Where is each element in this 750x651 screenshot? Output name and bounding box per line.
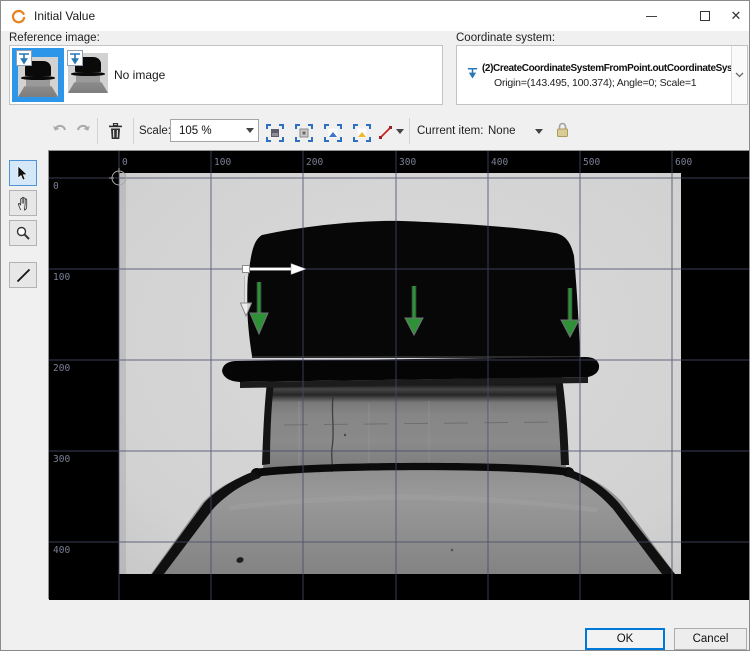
ruler-label-left-0: 0 xyxy=(53,181,59,192)
coordinate-system-dropdown[interactable]: (2)CreateCoordinateSystemFromPoint.outCo… xyxy=(456,45,748,105)
lock-button[interactable] xyxy=(553,120,571,140)
ruler-label-left-200: 200 xyxy=(53,363,70,374)
undo-button[interactable] xyxy=(51,121,69,139)
coordinate-system-overlay-icon xyxy=(16,50,32,66)
zoom-fit-button[interactable] xyxy=(262,121,287,145)
dropdown-chevron[interactable] xyxy=(731,46,747,104)
minimize-button[interactable] xyxy=(636,1,666,31)
trash-icon xyxy=(108,123,123,140)
zoom-tool-button[interactable] xyxy=(9,220,37,246)
ruler-label-left-400: 400 xyxy=(53,545,70,556)
image-canvas[interactable]: 0 100 200 300 400 500 600 0 100 200 300 … xyxy=(48,150,749,599)
undo-icon xyxy=(52,123,68,137)
current-item-label: Current item: xyxy=(417,125,483,137)
redo-button[interactable] xyxy=(74,121,92,139)
ruler-label-top-100: 100 xyxy=(214,157,231,168)
zoom-out-region-button[interactable] xyxy=(349,121,374,145)
magnifier-icon xyxy=(16,226,30,240)
toolbar-separator xyxy=(133,118,134,144)
title-bar: Initial Value ✕ xyxy=(1,1,749,31)
close-icon: ✕ xyxy=(731,8,742,24)
redo-icon xyxy=(75,123,91,137)
pan-tool-button[interactable] xyxy=(9,190,37,216)
maximize-icon xyxy=(700,11,710,21)
camera-image-bottle xyxy=(119,173,681,574)
caret-down-icon[interactable] xyxy=(535,129,543,134)
maximize-button[interactable] xyxy=(690,1,720,31)
canvas-view: 0 100 200 300 400 500 600 0 100 200 300 … xyxy=(49,151,750,600)
reference-image-label: Reference image: xyxy=(9,32,100,44)
line-color-button[interactable] xyxy=(376,123,394,141)
toolbar-separator xyxy=(409,118,410,144)
select-tool-button[interactable] xyxy=(9,160,37,186)
ruler-label-top-600: 600 xyxy=(675,157,692,168)
cancel-button[interactable]: Cancel xyxy=(674,628,747,650)
window-title: Initial Value xyxy=(34,9,95,23)
zoom-in-region-button[interactable] xyxy=(320,121,345,145)
lock-icon xyxy=(556,122,569,138)
coordinate-system-name: (2)CreateCoordinateSystemFromPoint.outCo… xyxy=(482,63,731,74)
reference-thumbnail-selected[interactable] xyxy=(12,48,64,102)
ruler-label-left-300: 300 xyxy=(53,454,70,465)
line-tool-button[interactable] xyxy=(9,262,37,288)
caret-down-icon[interactable] xyxy=(396,129,404,134)
reference-thumbnail-empty[interactable] xyxy=(67,50,109,98)
ruler-label-top-500: 500 xyxy=(583,157,600,168)
zoom-original-icon xyxy=(295,124,313,142)
coordinate-system-icon xyxy=(466,66,479,79)
ruler-label-left-100: 100 xyxy=(53,272,70,283)
coordinate-system-details: Origin=(143.495, 100.374); Angle=0; Scal… xyxy=(494,77,696,89)
scale-value: 105 % xyxy=(171,125,246,137)
no-image-label: No image xyxy=(114,68,165,82)
line-color-icon xyxy=(378,125,393,140)
close-button[interactable]: ✕ xyxy=(721,1,750,31)
ok-button[interactable]: OK xyxy=(585,628,665,650)
caret-down-icon xyxy=(246,128,254,133)
origin-handle[interactable] xyxy=(243,266,250,273)
ruler-label-top-200: 200 xyxy=(306,157,323,168)
hand-icon xyxy=(16,196,31,211)
zoom-original-button[interactable] xyxy=(291,121,316,145)
delete-button[interactable] xyxy=(102,118,128,144)
current-item-value[interactable]: None xyxy=(488,125,516,137)
reference-image-box: No image xyxy=(9,45,443,105)
initial-value-dialog: Initial Value ✕ Reference image: No imag… xyxy=(0,0,750,651)
zoom-out-region-icon xyxy=(353,124,371,142)
cursor-icon xyxy=(17,166,29,181)
minimize-icon xyxy=(646,16,657,17)
chevron-down-icon xyxy=(735,72,744,78)
coordinate-system-overlay-icon xyxy=(67,50,83,66)
line-icon xyxy=(16,268,31,283)
ruler-label-top-400: 400 xyxy=(491,157,508,168)
app-logo-icon xyxy=(11,9,26,24)
zoom-in-region-icon xyxy=(324,124,342,142)
scale-combo[interactable]: 105 % xyxy=(170,119,259,142)
ruler-label-top-300: 300 xyxy=(399,157,416,168)
ruler-label-top-0: 0 xyxy=(122,157,128,168)
coordinate-system-label: Coordinate system: xyxy=(456,32,555,44)
toolbar-separator xyxy=(97,118,98,144)
scale-label: Scale: xyxy=(139,125,171,137)
zoom-fit-icon xyxy=(266,124,284,142)
